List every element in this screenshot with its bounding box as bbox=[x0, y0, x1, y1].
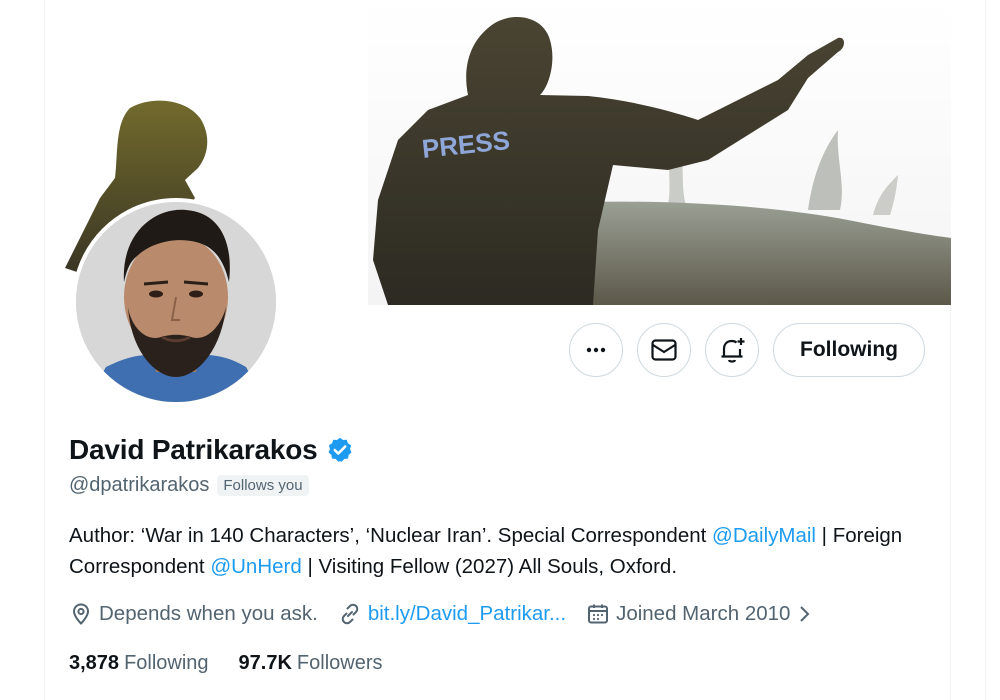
display-name: David Patrikarakos bbox=[69, 434, 318, 465]
profile-name-row: David Patrikarakos bbox=[69, 434, 354, 466]
message-button[interactable] bbox=[637, 323, 691, 377]
profile-handle-row: @dpatrikarakos Follows you bbox=[69, 474, 309, 497]
join-date-text: Joined March 2010 bbox=[616, 602, 791, 625]
website[interactable]: bit.ly/David_Patrikar... bbox=[338, 602, 566, 626]
bio-text: Author: ‘War in 140 Characters’, ‘Nuclea… bbox=[69, 524, 713, 547]
followers-stat[interactable]: 97.7K Followers bbox=[239, 652, 383, 675]
profile-stats: 3,878 Following 97.7K Followers bbox=[69, 652, 383, 675]
notifications-button[interactable] bbox=[705, 323, 759, 377]
mail-icon bbox=[651, 339, 677, 361]
link-icon bbox=[341, 603, 359, 625]
banner-image: PRESS bbox=[368, 0, 951, 305]
followers-count: 97.7K bbox=[238, 652, 292, 674]
bio-text: | Visiting Fellow (2027) All Souls, Oxfo… bbox=[301, 555, 678, 578]
following-count: 3,878 bbox=[69, 652, 120, 674]
profile-meta: Depends when you ask. bit.ly/David_Patri… bbox=[69, 602, 832, 626]
following-stat[interactable]: 3,878 Following bbox=[69, 652, 209, 675]
profile-bio: Author: ‘War in 140 Characters’, ‘Nuclea… bbox=[69, 520, 939, 582]
mention-link-unherd[interactable]: @UnHerd bbox=[210, 555, 301, 578]
following-button[interactable]: Following bbox=[773, 323, 925, 377]
verified-badge-icon[interactable] bbox=[326, 436, 354, 464]
profile-actions: Following bbox=[569, 323, 925, 377]
follows-you-badge: Follows you bbox=[217, 475, 309, 496]
join-date[interactable]: Joined March 2010 bbox=[586, 602, 812, 626]
avatar-image bbox=[76, 202, 276, 402]
location: Depends when you ask. bbox=[69, 602, 318, 626]
mention-link-dailymail[interactable]: @DailyMail bbox=[712, 524, 816, 547]
location-text: Depends when you ask. bbox=[99, 602, 318, 625]
user-handle: @dpatrikarakos bbox=[69, 474, 210, 496]
location-pin-icon bbox=[72, 603, 90, 625]
following-label: Following bbox=[124, 652, 209, 674]
profile-banner[interactable]: PRESS bbox=[368, 0, 951, 305]
more-button[interactable] bbox=[569, 323, 623, 377]
more-icon bbox=[586, 347, 606, 353]
chevron-right-icon bbox=[800, 606, 810, 622]
profile-avatar[interactable] bbox=[72, 198, 280, 406]
followers-label: Followers bbox=[296, 652, 383, 674]
calendar-icon bbox=[588, 604, 609, 624]
sidebar-edge bbox=[985, 0, 1000, 700]
bell-plus-icon bbox=[721, 338, 745, 363]
website-link[interactable]: bit.ly/David_Patrikar... bbox=[368, 602, 566, 626]
